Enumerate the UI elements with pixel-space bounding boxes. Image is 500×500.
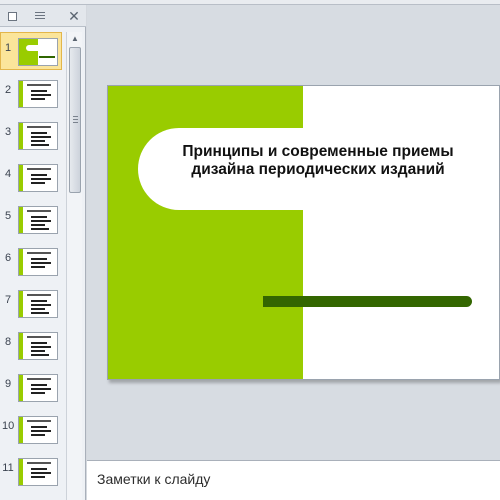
- slide-thumbnail[interactable]: 1: [0, 32, 66, 70]
- slide-thumbnail[interactable]: 3: [0, 116, 66, 154]
- slide-preview: [18, 164, 58, 192]
- scroll-up-arrow-icon[interactable]: ▲: [69, 34, 81, 44]
- slide-number: 6: [4, 252, 12, 264]
- slide-number: 11: [2, 462, 14, 474]
- slide-thumbnail[interactable]: 7: [0, 284, 66, 322]
- outline-tab[interactable]: [30, 8, 50, 24]
- slide-preview: [18, 122, 58, 150]
- slide-preview: [18, 374, 58, 402]
- slide-number: 4: [4, 168, 12, 180]
- panel-tabs: ✕: [0, 5, 86, 27]
- slide-number: 7: [4, 294, 12, 306]
- notes-placeholder[interactable]: Заметки к слайду: [97, 471, 210, 487]
- slide-thumbnail[interactable]: 4: [0, 158, 66, 196]
- slide-number: 10: [2, 420, 15, 432]
- slide-thumbnail[interactable]: 5: [0, 200, 66, 238]
- slide-preview: [18, 416, 58, 444]
- slide-preview: [18, 206, 58, 234]
- slide-thumbnail[interactable]: 8: [0, 326, 66, 364]
- slide-preview: [18, 458, 58, 486]
- slide-preview: [18, 248, 58, 276]
- slide-thumbnail[interactable]: 10: [0, 410, 66, 448]
- slide-preview: [18, 332, 58, 360]
- slides-panel: ✕ 1 2 3 4 5 6 7 8 9 10 11 ▲: [0, 5, 86, 500]
- close-icon: ✕: [68, 7, 80, 24]
- slide-number: 9: [4, 378, 12, 390]
- slide-preview: [18, 38, 58, 66]
- decorative-bar: [263, 296, 472, 307]
- slide-thumbnail[interactable]: 11: [0, 452, 66, 490]
- slide-editing-area: Принципы и современные приемы дизайна пе…: [87, 5, 500, 460]
- slide-number: 3: [4, 126, 12, 138]
- slide-preview: [18, 80, 58, 108]
- slide-number: 1: [4, 42, 12, 54]
- notes-pane[interactable]: Заметки к слайду: [87, 460, 500, 500]
- outline-tab-icon: [35, 12, 45, 20]
- close-panel-button[interactable]: ✕: [64, 8, 84, 24]
- slide-number: 2: [4, 84, 12, 96]
- grip-icon: [73, 116, 78, 123]
- slides-tab-icon: [7, 11, 17, 21]
- slide-number: 8: [4, 336, 12, 348]
- current-slide[interactable]: Принципы и современные приемы дизайна пе…: [107, 85, 500, 380]
- slides-tab[interactable]: [2, 8, 22, 24]
- thumbnail-scrollbar[interactable]: ▲: [66, 32, 82, 500]
- slide-thumbnail[interactable]: 9: [0, 368, 66, 406]
- slide-number: 5: [4, 210, 12, 222]
- slide-preview: [18, 290, 58, 318]
- slide-thumbnail[interactable]: 6: [0, 242, 66, 280]
- slide-title[interactable]: Принципы и современные приемы дизайна пе…: [168, 143, 468, 179]
- scroll-thumb[interactable]: [69, 47, 81, 193]
- slide-thumbnail[interactable]: 2: [0, 74, 66, 112]
